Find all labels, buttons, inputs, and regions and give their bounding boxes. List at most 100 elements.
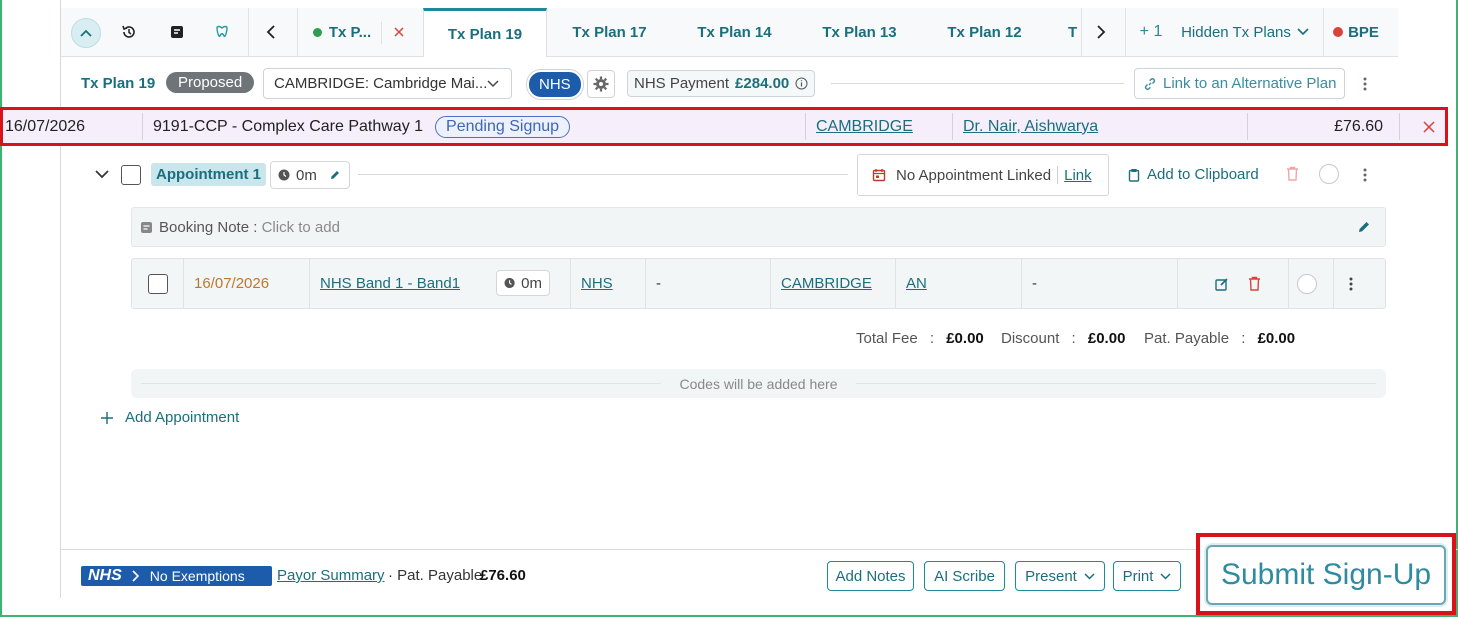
duration-value: 0m: [521, 274, 542, 292]
plan-more-menu-icon[interactable]: [1355, 72, 1375, 96]
chevron-up-icon: [80, 29, 92, 37]
item-duration[interactable]: 0m: [496, 270, 550, 296]
treatment-row-highlighted[interactable]: 16/07/2026 9191-CCP - Complex Care Pathw…: [0, 107, 1448, 146]
item-notes-value: -: [1032, 275, 1037, 292]
appointment-label: Appointment 1: [151, 163, 266, 186]
item-status-radio[interactable]: [1297, 273, 1317, 294]
edit-item-icon[interactable]: [1215, 259, 1229, 308]
gear-icon: [593, 76, 609, 92]
nhs-payor-toggle[interactable]: NHS: [527, 70, 583, 99]
booking-note-label: Booking Note: [159, 218, 250, 236]
treatment-location-link[interactable]: CAMBRIDGE: [816, 118, 913, 136]
ai-scribe-button[interactable]: AI Scribe: [924, 561, 1005, 591]
treatment-provider-link[interactable]: Dr. Nair, Aishwarya: [963, 118, 1098, 136]
location-select[interactable]: CAMBRIDGE: Cambridge Mai...: [263, 68, 512, 99]
tab-label: Tx Plan 14: [697, 23, 772, 41]
item-more-menu-icon[interactable]: [1349, 259, 1353, 308]
delete-appointment-icon[interactable]: [1286, 166, 1299, 185]
submit-sign-up-label: Submit Sign-Up: [1220, 558, 1432, 591]
tab-tx-plan-17[interactable]: Tx Plan 17: [547, 8, 672, 56]
pat-payable-label: Pat. Payable: [1144, 330, 1230, 347]
clock-icon: [504, 277, 515, 289]
link-appointment-link[interactable]: Link: [1064, 167, 1092, 184]
tab-tx-plan-12[interactable]: Tx Plan 12: [922, 8, 1047, 56]
add-appointment-button[interactable]: Add Appointment: [100, 409, 239, 426]
pat-payable: Pat. Payable : £0.00: [1144, 330, 1295, 347]
add-notes-button[interactable]: Add Notes: [827, 561, 914, 591]
booking-note-placeholder: Click to add: [261, 218, 340, 236]
payor-settings-button[interactable]: [587, 70, 615, 98]
add-plan-button[interactable]: + 1: [1135, 8, 1167, 56]
appointment-status-radio[interactable]: [1319, 164, 1339, 184]
tooth-chart-icon[interactable]: [212, 22, 232, 42]
total-fee-label: Total Fee: [856, 330, 918, 347]
tab-label: Tx Plan 12: [947, 23, 1022, 41]
bpe-tab[interactable]: BPE: [1331, 8, 1381, 56]
codes-placeholder: Codes will be added here: [679, 375, 838, 392]
present-dropdown[interactable]: Present: [1015, 561, 1105, 591]
pencil-icon[interactable]: [1357, 220, 1371, 234]
link-icon: [1144, 77, 1156, 90]
collapse-button[interactable]: [71, 18, 101, 48]
footer-pat-payable-label: · Pat. Payable: [388, 567, 483, 584]
add-to-clipboard-button[interactable]: Add to Clipboard: [1128, 166, 1259, 183]
calendar-icon: [872, 169, 886, 182]
add-notes-label: Add Notes: [835, 567, 906, 585]
hidden-plans-dropdown[interactable]: Hidden Tx Plans: [1179, 8, 1311, 56]
plan-name: Tx Plan 19: [81, 75, 156, 92]
booking-note-separator: :: [249, 218, 262, 236]
treatment-date: 16/07/2026: [5, 117, 86, 135]
add-appointment-label: Add Appointment: [125, 409, 240, 426]
item-checkbox[interactable]: [148, 273, 168, 294]
tab-tx-plan-13[interactable]: Tx Plan 13: [797, 8, 922, 56]
alt-plan-label: Link to an Alternative Plan: [1163, 75, 1337, 92]
appointment-checkbox[interactable]: [121, 165, 141, 185]
item-payor-link[interactable]: NHS: [581, 275, 613, 292]
item-provider-link[interactable]: AN: [906, 275, 927, 292]
header-divider: [831, 83, 1124, 84]
close-tab-icon[interactable]: [389, 22, 409, 42]
clipboard-icon: [1128, 168, 1140, 182]
chevron-down-icon: [1084, 572, 1095, 580]
pencil-icon[interactable]: [329, 169, 341, 181]
exemption-badge[interactable]: NHS No Exemptions: [81, 566, 272, 586]
total-fee-value: £0.00: [946, 330, 984, 347]
chevron-down-icon: [487, 79, 499, 87]
item-band-link[interactable]: NHS Band 1 - Band1: [320, 275, 460, 292]
remove-treatment-icon[interactable]: [1423, 110, 1435, 143]
note-icon: [141, 221, 152, 233]
plan-status-badge: Proposed: [166, 72, 255, 93]
scroll-tabs-left-icon[interactable]: [261, 22, 281, 42]
plus-icon: [101, 411, 113, 424]
item-location-link[interactable]: CAMBRIDGE: [781, 275, 872, 292]
tab-first-plan[interactable]: Tx P...: [297, 8, 387, 56]
treatment-description: 9191-CCP - Complex Care Pathway 1 Pendin…: [153, 110, 571, 143]
note-icon[interactable]: [167, 22, 187, 42]
scroll-tabs-right-icon[interactable]: [1091, 22, 1111, 42]
clock-icon: [278, 169, 290, 181]
table-row[interactable]: 16/07/2026 NHS Band 1 - Band1 0m NHS - C…: [131, 258, 1386, 309]
tab-tx-plan-19[interactable]: Tx Plan 19: [423, 8, 547, 57]
print-dropdown[interactable]: Print: [1113, 561, 1181, 591]
booking-note-field[interactable]: Booking Note : Click to add: [131, 207, 1386, 247]
nhs-logo-text: NHS: [88, 567, 122, 584]
info-icon[interactable]: [795, 77, 808, 90]
nhs-payment-summary: NHS Payment £284.00: [627, 70, 816, 97]
hidden-plans-label: Hidden Tx Plans: [1181, 23, 1291, 41]
duration-value: 0m: [296, 166, 317, 184]
chevron-down-icon: [1297, 28, 1309, 36]
submit-sign-up-button[interactable]: Submit Sign-Up: [1206, 545, 1446, 605]
appointment-expand-icon[interactable]: [95, 166, 109, 183]
appointment-duration[interactable]: 0m: [270, 161, 350, 189]
history-icon[interactable]: [119, 22, 139, 42]
appointment-more-menu-icon[interactable]: [1355, 163, 1375, 187]
tab-tx-plan-14[interactable]: Tx Plan 14: [672, 8, 797, 56]
payment-amount: £284.00: [735, 75, 790, 92]
link-alternative-plan-button[interactable]: Link to an Alternative Plan: [1134, 68, 1346, 99]
delete-item-icon[interactable]: [1248, 259, 1261, 308]
payor-summary-link[interactable]: Payor Summary: [277, 567, 385, 584]
footer-pat-payable-value: £76.60: [480, 567, 526, 584]
appointment-divider: [358, 174, 848, 175]
tab-truncated[interactable]: T: [1068, 8, 1080, 56]
codes-dropzone[interactable]: Codes will be added here: [131, 369, 1386, 398]
